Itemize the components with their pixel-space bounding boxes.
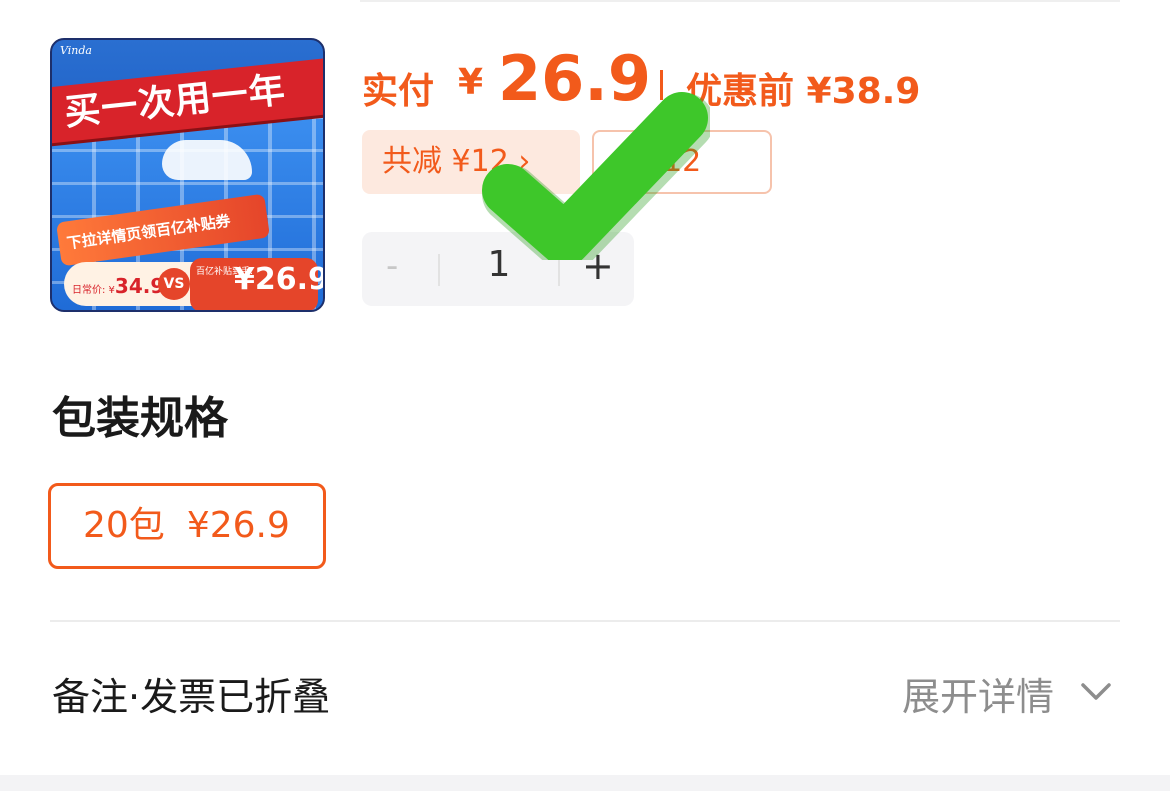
spec-option-price: ¥26.9 — [186, 505, 290, 546]
section-divider — [50, 620, 1120, 622]
spec-option-20-pack[interactable]: 20包 ¥26.9 — [48, 483, 326, 569]
expand-details-link[interactable]: 展开详情 — [902, 666, 1054, 721]
sale-price-box: 百亿补贴到手: ¥26.9 — [190, 258, 323, 310]
spec-title: 包装规格 — [52, 393, 228, 444]
remarks-invoice-label: 备注·发票已折叠 — [52, 675, 331, 719]
vs-badge: VS — [158, 268, 190, 300]
checkmark-icon — [482, 92, 710, 260]
top-divider — [360, 0, 1120, 2]
daily-price: 日常价: ¥34.9 — [72, 266, 165, 310]
paid-label: 实付 — [362, 71, 435, 112]
decrease-button[interactable]: - — [386, 246, 398, 286]
tissue-icon — [162, 140, 252, 180]
chevron-down-icon[interactable] — [1078, 676, 1114, 706]
brand-logo: Vinda — [60, 44, 92, 57]
daily-price-value: 34.9 — [114, 274, 165, 298]
original-price: 优惠前 ¥38.9 — [686, 71, 921, 112]
sale-price-value: ¥26.9 — [234, 262, 325, 297]
daily-price-label: 日常价: ¥ — [72, 285, 115, 296]
product-thumbnail[interactable]: Vinda 买一次用一年 下拉详情页领百亿补贴券 日常价: ¥34.9 VS 百… — [50, 38, 325, 312]
spec-option-name: 20包 — [83, 505, 165, 546]
order-sheet: Vinda 买一次用一年 下拉详情页领百亿补贴券 日常价: ¥34.9 VS 百… — [0, 0, 1170, 775]
